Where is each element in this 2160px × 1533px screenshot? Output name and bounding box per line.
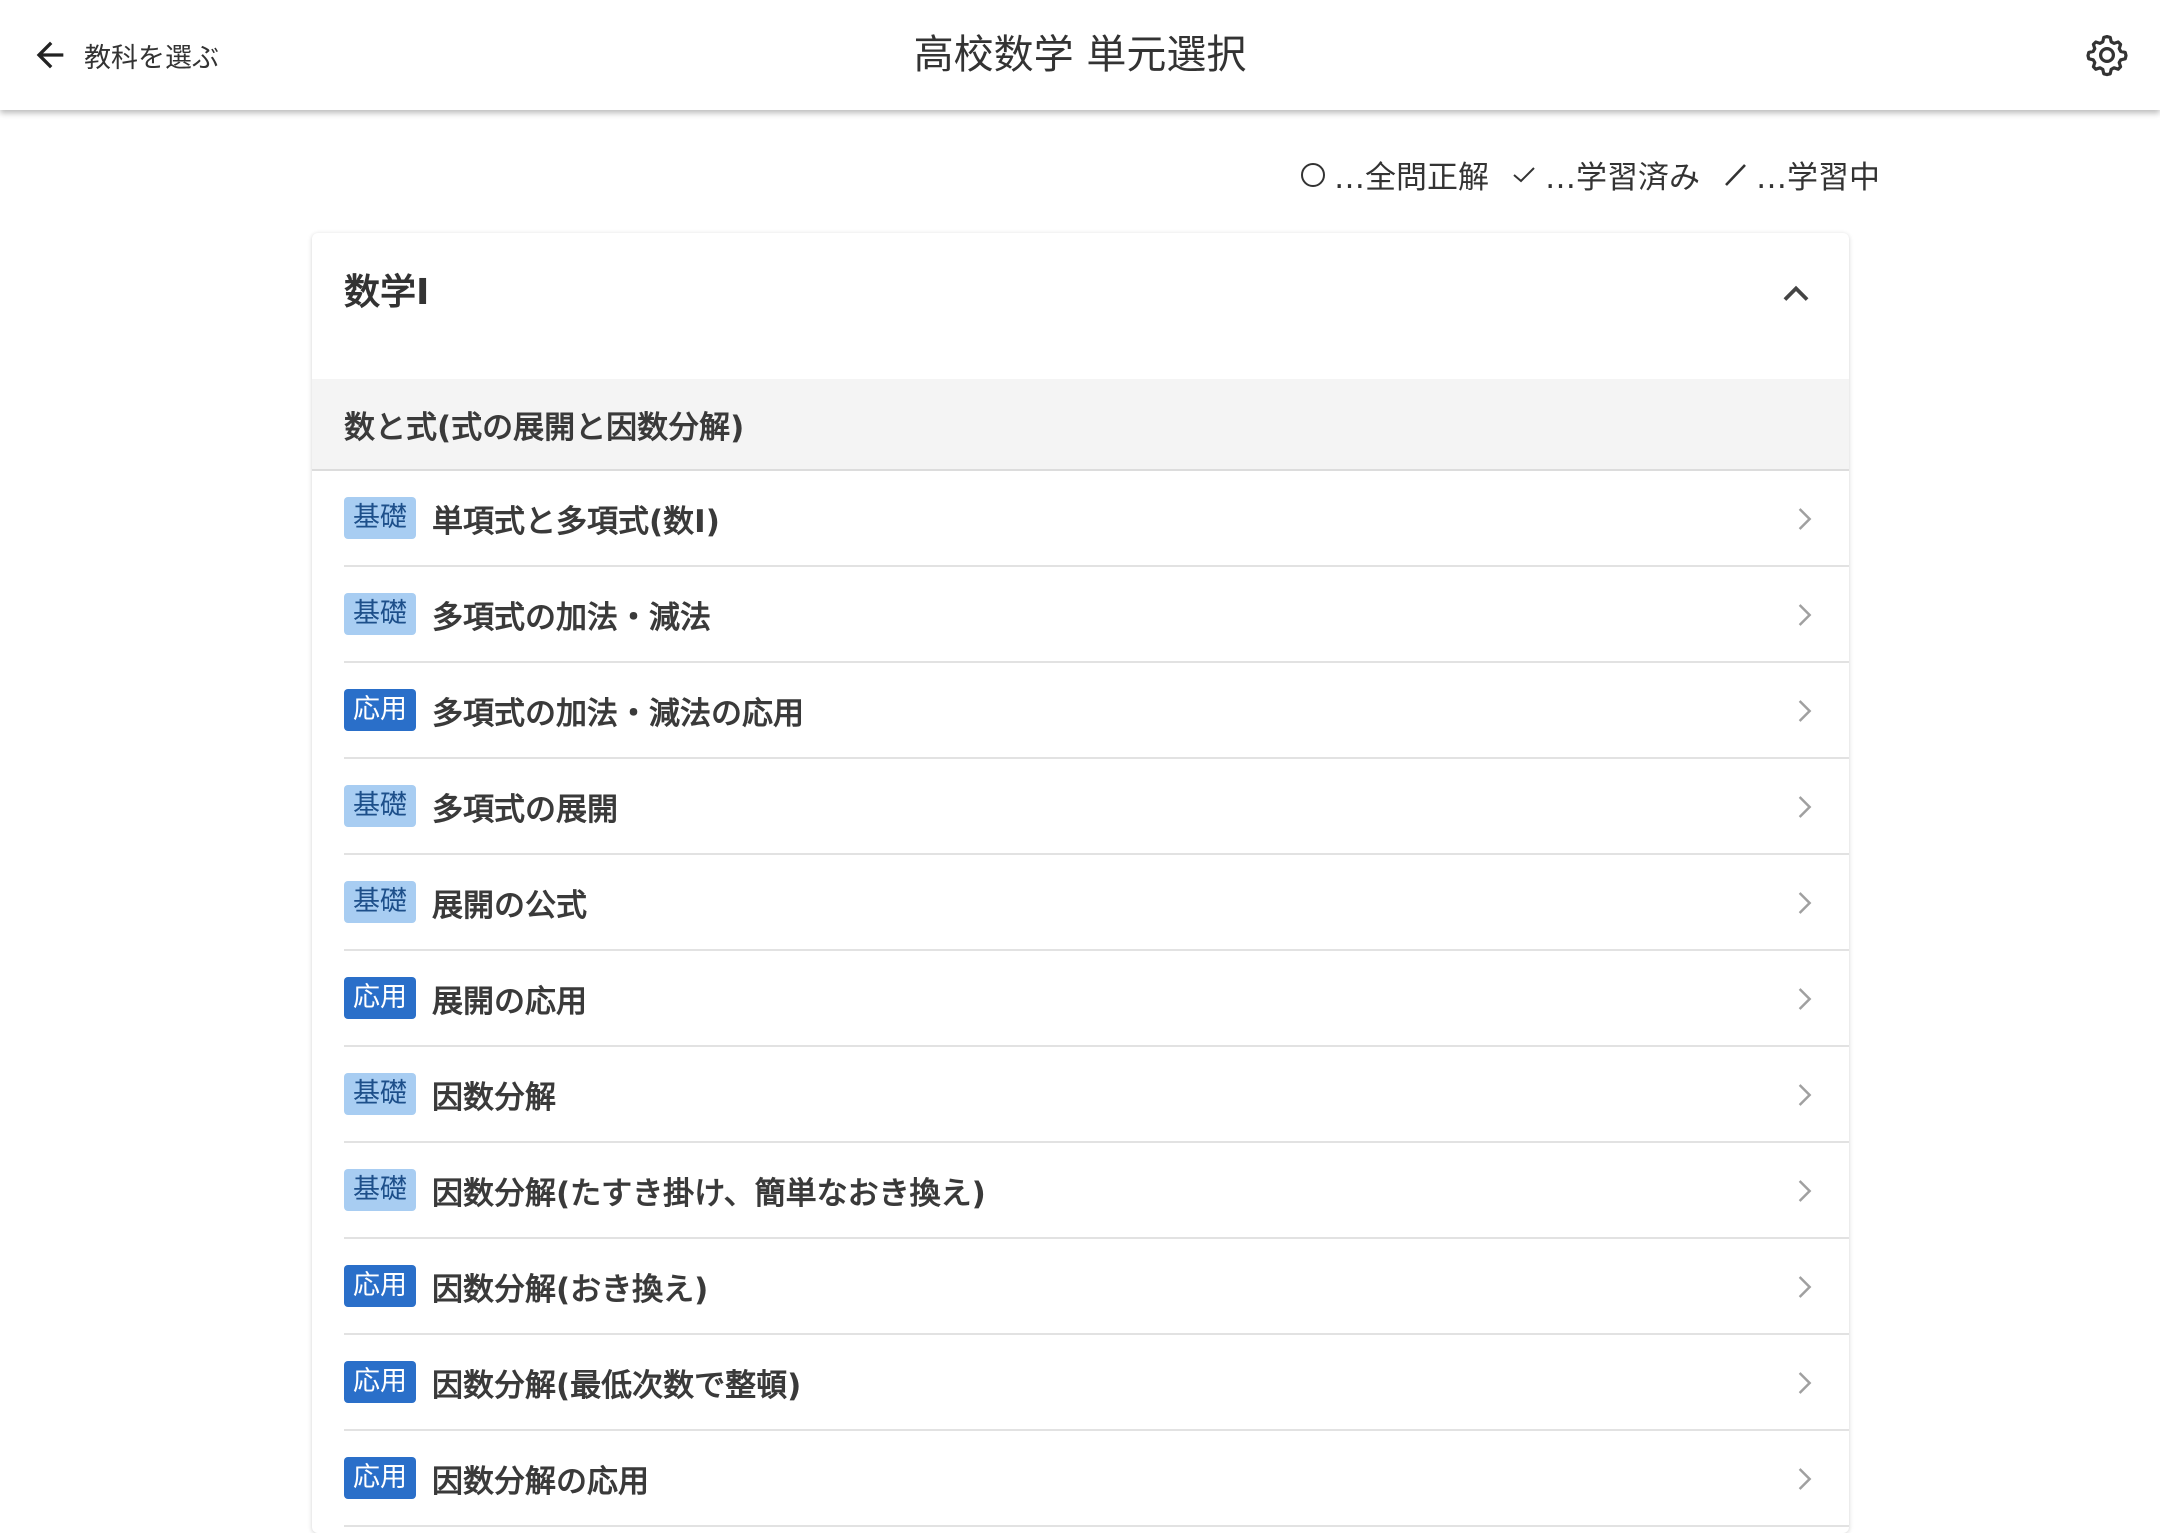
circle-icon (1301, 162, 1325, 187)
unit-list: 基礎 単項式と多項式(数I) 基礎 多項式の加法・減法 応用 多項式の加法・減法… (312, 471, 1849, 1527)
unit-label: 多項式の展開 (432, 791, 618, 828)
settings-button[interactable] (2080, 28, 2134, 82)
unit-label: 単項式と多項式(数I) (432, 503, 720, 540)
chevron-right-icon (1798, 700, 1812, 722)
card-header[interactable]: 数学I (312, 233, 1849, 379)
legend-studied-label: …学習済み (1545, 160, 1700, 196)
chevron-up-icon[interactable] (1777, 275, 1815, 313)
legend-in-progress-label: …学習中 (1756, 160, 1880, 196)
level-badge: 基礎 (344, 497, 416, 539)
unit-list-item[interactable]: 応用 因数分解の応用 (344, 1431, 1849, 1527)
level-badge: 応用 (344, 1457, 416, 1499)
unit-list-item[interactable]: 基礎 多項式の加法・減法 (344, 567, 1849, 663)
chevron-right-icon (1798, 892, 1812, 914)
subject-card: 数学I 数と式(式の展開と因数分解) 基礎 単項式と多項式(数I) 基礎 多項式… (312, 233, 1849, 1533)
unit-list-item[interactable]: 応用 因数分解(最低次数で整頓) (344, 1335, 1849, 1431)
back-button[interactable]: 教科を選ぶ (30, 28, 219, 82)
unit-list-item[interactable]: 応用 因数分解(おき換え) (344, 1239, 1849, 1335)
unit-label: 因数分解(たすき掛け、簡単なおき換え) (432, 1175, 986, 1212)
chevron-right-icon (1798, 1372, 1812, 1394)
unit-label: 因数分解(最低次数で整頓) (432, 1367, 802, 1404)
legend-all-correct: …全問正解 (1300, 152, 1489, 197)
page-title: 高校数学 単元選択 (913, 32, 1247, 78)
level-badge: 応用 (344, 689, 416, 731)
arrow-left-icon (36, 41, 64, 69)
chevron-right-icon (1798, 988, 1812, 1010)
back-button-label: 教科を選ぶ (84, 42, 219, 74)
unit-list-item[interactable]: 基礎 展開の公式 (344, 855, 1849, 951)
chevron-right-icon (1798, 1276, 1812, 1298)
level-badge: 基礎 (344, 785, 416, 827)
legend-studied: …学習済み (1511, 152, 1700, 197)
chevron-right-icon (1798, 796, 1812, 818)
level-badge: 応用 (344, 1265, 416, 1307)
level-badge: 基礎 (344, 881, 416, 923)
level-badge: 応用 (344, 1361, 416, 1403)
unit-list-item[interactable]: 基礎 多項式の展開 (344, 759, 1849, 855)
legend-all-correct-label: …全問正解 (1334, 160, 1489, 196)
unit-list-item[interactable]: 応用 展開の応用 (344, 951, 1849, 1047)
chevron-right-icon (1798, 1084, 1812, 1106)
pencil-icon (1725, 163, 1746, 186)
level-badge: 基礎 (344, 1169, 416, 1211)
unit-label: 展開の公式 (432, 887, 587, 924)
card-title: 数学I (344, 272, 430, 313)
unit-label: 多項式の加法・減法 (432, 599, 711, 636)
unit-label: 因数分解 (432, 1079, 556, 1116)
chevron-right-icon (1798, 1468, 1812, 1490)
unit-label: 展開の応用 (432, 983, 587, 1020)
section-header: 数と式(式の展開と因数分解) (312, 379, 1849, 471)
unit-label: 多項式の加法・減法の応用 (432, 695, 804, 732)
unit-list-item[interactable]: 応用 多項式の加法・減法の応用 (344, 663, 1849, 759)
chevron-right-icon (1798, 508, 1812, 530)
level-badge: 基礎 (344, 1073, 416, 1115)
unit-list-item[interactable]: 基礎 因数分解(たすき掛け、簡単なおき換え) (344, 1143, 1849, 1239)
unit-list-item[interactable]: 基礎 因数分解 (344, 1047, 1849, 1143)
app-bar: 教科を選ぶ 高校数学 単元選択 (0, 0, 2160, 110)
unit-list-item[interactable]: 基礎 単項式と多項式(数I) (344, 471, 1849, 567)
level-badge: 基礎 (344, 593, 416, 635)
status-legend: …全問正解 …学習済み …学習中 (1300, 152, 1880, 197)
check-icon (1513, 166, 1535, 182)
gear-icon (2086, 35, 2128, 77)
level-badge: 応用 (344, 977, 416, 1019)
legend-in-progress: …学習中 (1722, 152, 1880, 197)
chevron-right-icon (1798, 1180, 1812, 1202)
unit-label: 因数分解の応用 (432, 1463, 649, 1500)
unit-label: 因数分解(おき換え) (432, 1271, 709, 1308)
chevron-right-icon (1798, 604, 1812, 626)
